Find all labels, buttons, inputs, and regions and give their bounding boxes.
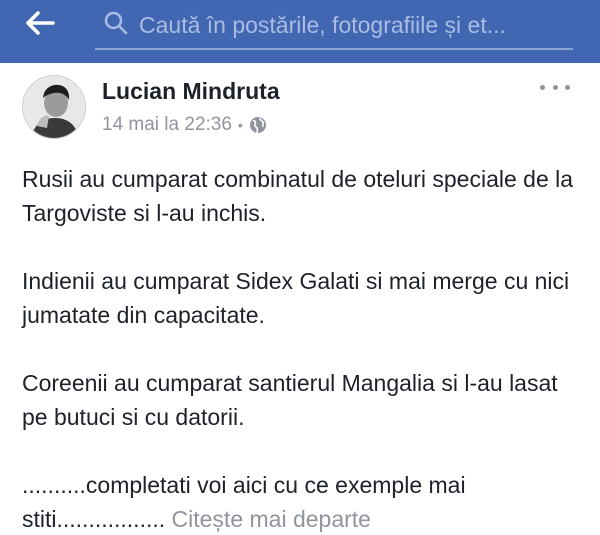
post-timestamp[interactable]: 14 mai la 22:36 xyxy=(102,114,232,136)
back-arrow-icon xyxy=(25,10,55,40)
back-button[interactable] xyxy=(20,10,60,40)
see-more-link[interactable]: Citește mai departe xyxy=(172,506,371,532)
post-meta: 14 mai la 22:36 • xyxy=(102,114,267,136)
post-paragraph: Indienii au cumparat Sidex Galati si mai… xyxy=(22,268,570,328)
more-options-icon xyxy=(540,84,545,90)
author-name[interactable]: Lucian Mindruta xyxy=(102,78,280,105)
top-bar xyxy=(0,0,600,63)
search-field[interactable] xyxy=(95,2,573,50)
post-paragraph: Rusii au cumparat combinatul de oteluri … xyxy=(22,166,574,226)
post-paragraph: Coreenii au cumparat santierul Mangalia … xyxy=(22,370,558,430)
search-input[interactable] xyxy=(133,3,573,47)
post-card: Lucian Mindruta 14 mai la 22:36 • Rusii … xyxy=(0,63,600,535)
globe-icon xyxy=(249,116,267,134)
search-icon xyxy=(103,10,133,40)
avatar[interactable] xyxy=(22,75,86,139)
app-window: Lucian Mindruta 14 mai la 22:36 • Rusii … xyxy=(0,0,600,535)
more-options-button[interactable] xyxy=(540,79,570,95)
meta-separator: • xyxy=(237,117,243,133)
post-text: Rusii au cumparat combinatul de oteluri … xyxy=(22,162,582,535)
post-paragraph-last: ..........completati voi aici cu ce exem… xyxy=(22,468,582,535)
